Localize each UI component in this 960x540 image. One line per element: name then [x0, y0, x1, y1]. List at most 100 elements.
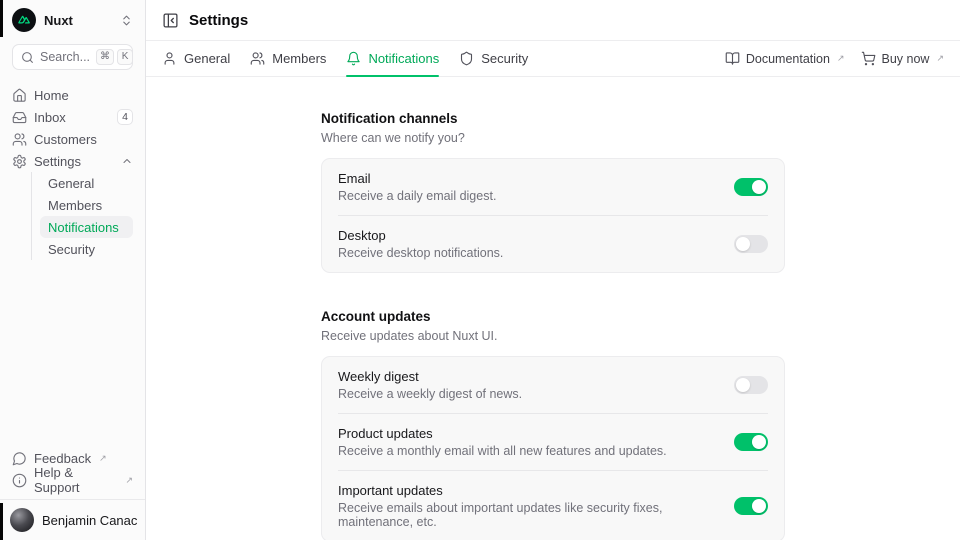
sidebar-item-notifications[interactable]: Notifications [40, 216, 133, 238]
product-updates-toggle[interactable] [734, 433, 768, 451]
kbd-command: ⌘ [96, 49, 114, 65]
sidebar-item-label: Inbox [34, 110, 66, 125]
avatar [10, 508, 34, 532]
email-toggle[interactable] [734, 178, 768, 196]
sidebar-item-label: Customers [34, 132, 97, 147]
tab-label: General [184, 51, 230, 66]
gear-icon [12, 154, 27, 169]
user-menu[interactable]: Benjamin Canac [0, 499, 145, 540]
subnav-label: General [48, 176, 94, 191]
settings-card: Email Receive a daily email digest. Desk… [321, 158, 785, 273]
settings-subnav: General Members Notifications Security [31, 172, 133, 260]
workspace-name: Nuxt [44, 13, 73, 28]
section-title: Notification channels [321, 111, 785, 126]
user-name: Benjamin Canac [42, 513, 137, 528]
section-description: Where can we notify you? [321, 131, 785, 145]
sidebar-item-settings[interactable]: Settings [12, 150, 133, 172]
setting-label: Product updates [338, 426, 667, 441]
setting-description: Receive desktop notifications. [338, 246, 503, 260]
sidebar-item-security[interactable]: Security [40, 238, 133, 260]
setting-description: Receive emails about important updates l… [338, 501, 718, 529]
page-title: Settings [189, 12, 248, 29]
bell-icon [346, 51, 361, 66]
external-link-icon: ↗ [837, 53, 845, 64]
sidebar-item-members[interactable]: Members [40, 194, 133, 216]
screen-edge-bottom [0, 503, 3, 540]
user-icon [162, 51, 177, 66]
section-notification-channels: Notification channels Where can we notif… [321, 111, 785, 273]
tab-notifications[interactable]: Notifications [346, 41, 439, 76]
buy-now-link[interactable]: Buy now ↗ [861, 51, 945, 66]
subnav-label: Notifications [48, 220, 119, 235]
important-updates-toggle[interactable] [734, 497, 768, 515]
shopping-cart-icon [861, 51, 876, 66]
documentation-link[interactable]: Documentation ↗ [725, 51, 845, 66]
action-label: Documentation [746, 52, 830, 66]
tab-label: Security [481, 51, 528, 66]
sidebar-item-label: Home [34, 88, 69, 103]
tab-security[interactable]: Security [459, 41, 528, 76]
kbd-k: K [117, 49, 133, 65]
sidebar-item-inbox[interactable]: Inbox 4 [12, 106, 133, 128]
tabs: General Members Notifications [162, 41, 528, 76]
setting-label: Important updates [338, 483, 718, 498]
external-link-icon: ↗ [99, 453, 107, 464]
sidebar-nav: Home Inbox 4 Customers Settings [0, 76, 145, 260]
section-title: Account updates [321, 309, 785, 324]
external-link-icon: ↗ [936, 53, 944, 64]
users-icon [12, 132, 27, 147]
section-account-updates: Account updates Receive updates about Nu… [321, 309, 785, 540]
nuxt-logo-icon [12, 8, 36, 32]
workspace-switcher[interactable]: Nuxt [0, 0, 145, 36]
footer-link-label: Feedback [34, 451, 91, 466]
desktop-toggle[interactable] [734, 235, 768, 253]
setting-label: Email [338, 171, 496, 186]
action-label: Buy now [882, 52, 930, 66]
screen-edge-top [0, 0, 3, 37]
title-bar: Settings [146, 0, 960, 41]
book-open-icon [725, 51, 740, 66]
app-window: Nuxt Search... ⌘ K Home [0, 0, 960, 540]
tab-general[interactable]: General [162, 41, 230, 76]
setting-row-weekly-digest: Weekly digest Receive a weekly digest of… [338, 357, 768, 413]
tab-bar: General Members Notifications [146, 41, 960, 77]
setting-label: Desktop [338, 228, 503, 243]
home-icon [12, 88, 27, 103]
main-panel: Settings General Members [146, 0, 960, 540]
inbox-count-badge: 4 [117, 109, 133, 125]
search-placeholder: Search... [40, 50, 90, 64]
setting-description: Receive a weekly digest of news. [338, 387, 522, 401]
setting-description: Receive a monthly email with all new fea… [338, 444, 667, 458]
header-actions: Documentation ↗ Buy now ↗ [725, 41, 944, 76]
sidebar-item-general[interactable]: General [40, 172, 133, 194]
tab-members[interactable]: Members [250, 41, 326, 76]
sidebar: Nuxt Search... ⌘ K Home [0, 0, 146, 540]
info-circle-icon [12, 473, 27, 488]
footer-link-label: Help & Support [34, 465, 117, 495]
sidebar-item-label: Settings [34, 154, 81, 169]
shield-icon [459, 51, 474, 66]
panel-collapse-icon[interactable] [162, 12, 179, 29]
chevron-up-icon [121, 155, 133, 167]
sidebar-item-customers[interactable]: Customers [12, 128, 133, 150]
settings-card: Weekly digest Receive a weekly digest of… [321, 356, 785, 540]
message-bubble-icon [12, 451, 27, 466]
setting-description: Receive a daily email digest. [338, 189, 496, 203]
section-description: Receive updates about Nuxt UI. [321, 329, 785, 343]
sidebar-item-home[interactable]: Home [12, 84, 133, 106]
setting-row-email: Email Receive a daily email digest. [338, 159, 768, 215]
subnav-label: Members [48, 198, 102, 213]
chevrons-up-down-icon [120, 14, 133, 27]
subnav-label: Security [48, 242, 95, 257]
weekly-digest-toggle[interactable] [734, 376, 768, 394]
search-input[interactable]: Search... ⌘ K [12, 44, 133, 70]
users-icon [250, 51, 265, 66]
setting-row-desktop: Desktop Receive desktop notifications. [338, 215, 768, 272]
help-support-link[interactable]: Help & Support ↗ [12, 469, 133, 491]
settings-content: Notification channels Where can we notif… [146, 77, 960, 540]
tab-label: Notifications [368, 51, 439, 66]
external-link-icon: ↗ [125, 475, 133, 486]
setting-row-product-updates: Product updates Receive a monthly email … [338, 413, 768, 470]
setting-label: Weekly digest [338, 369, 522, 384]
search-shortcut: ⌘ K [96, 49, 133, 65]
